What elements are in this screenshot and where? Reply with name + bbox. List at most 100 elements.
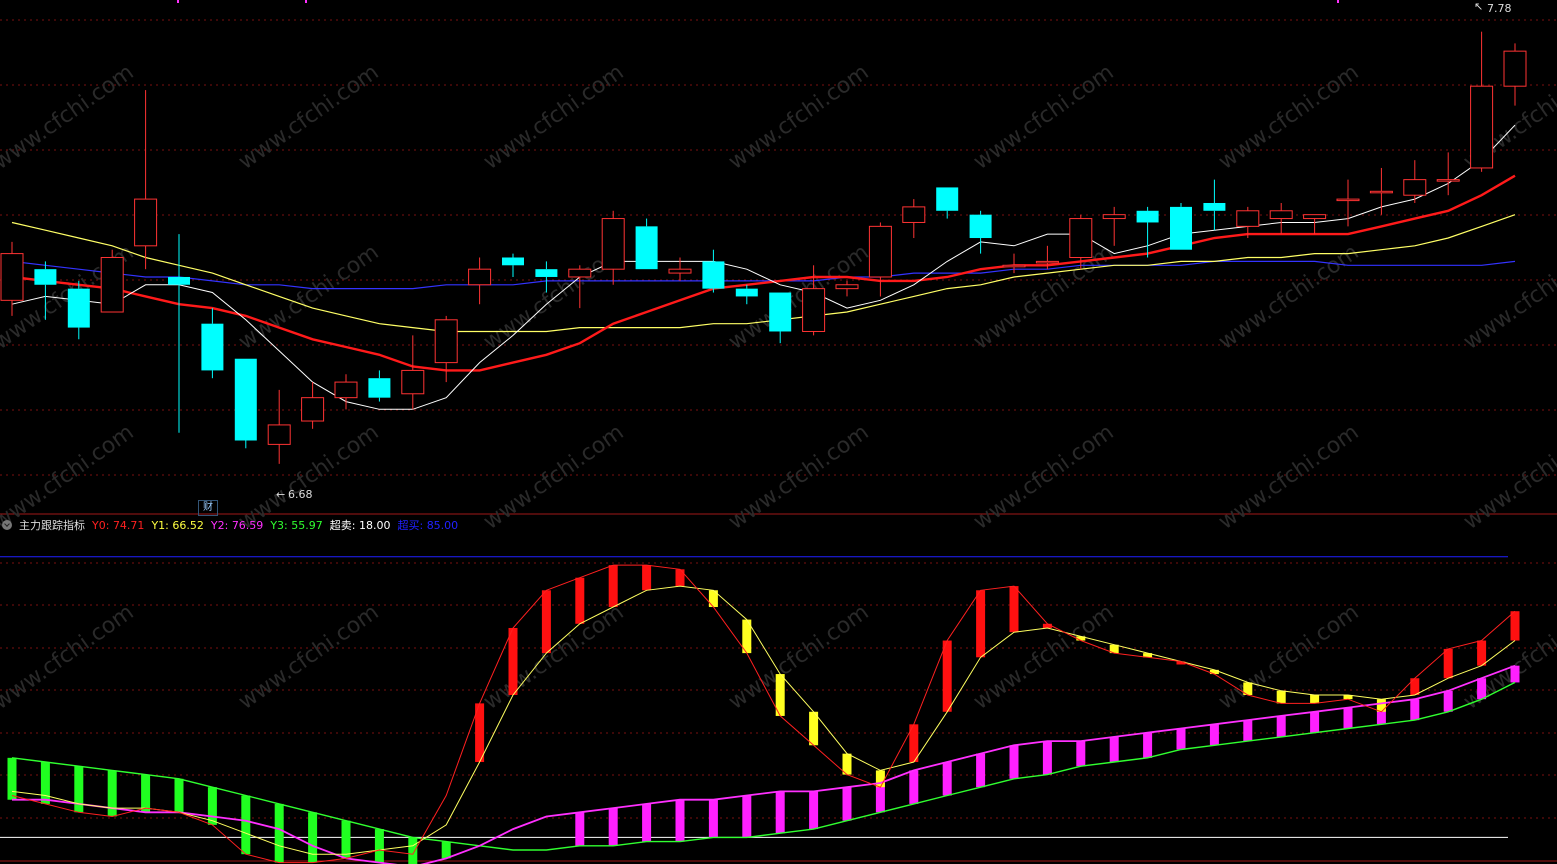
magenta-bar xyxy=(1109,736,1119,763)
watermark-text: www.cfchi.com xyxy=(1459,420,1557,535)
magenta-bar xyxy=(608,808,618,846)
signal-bar xyxy=(976,590,986,658)
signal-bar xyxy=(1443,648,1453,679)
candle-body-up xyxy=(1236,210,1260,227)
watermark-text: www.cfchi.com xyxy=(479,60,628,175)
magenta-bar xyxy=(642,803,652,842)
legend-y0: Y0: 74.71 xyxy=(92,518,145,532)
watermark-text: www.cfchi.com xyxy=(969,240,1118,355)
high-price-label: 7.78 xyxy=(1487,2,1512,15)
legend-y2: Y2: 76.59 xyxy=(210,518,264,532)
candle-body-down xyxy=(735,288,758,297)
magenta-bar xyxy=(775,791,785,834)
magenta-bar xyxy=(1510,665,1520,683)
signal-bar xyxy=(608,565,618,608)
legend-y1: Y1: 66.52 xyxy=(151,518,204,532)
magenta-bar xyxy=(1410,699,1420,721)
watermark-text: www.cfchi.com xyxy=(234,60,383,175)
low-price-label: 6.68 xyxy=(288,488,313,501)
watermark-text: www.cfchi.com xyxy=(0,60,139,175)
candle-body-up xyxy=(1336,198,1360,202)
candle-body-down xyxy=(535,269,558,277)
watermark-text: www.cfchi.com xyxy=(479,420,628,535)
signal-bar xyxy=(541,590,551,654)
watermark-text: www.cfchi.com xyxy=(724,600,873,715)
magenta-bar xyxy=(942,762,952,796)
indicator-name[interactable]: 主力跟踪指标 xyxy=(19,517,85,533)
candle-body-down xyxy=(769,292,792,332)
magenta-bar xyxy=(1076,741,1086,767)
indicator-toggle-icon[interactable] xyxy=(2,520,12,530)
signal-bar xyxy=(408,837,418,864)
magenta-bar xyxy=(742,795,752,838)
y1-line xyxy=(11,585,1516,855)
candle-body-up xyxy=(401,369,425,395)
signal-bar xyxy=(1310,695,1320,704)
candle-body-up xyxy=(434,319,458,364)
signal-bar xyxy=(508,627,518,695)
legend-y3: Y3: 55.97 xyxy=(270,518,323,532)
candle-body-up xyxy=(1069,218,1093,258)
candle-body-down xyxy=(1136,210,1159,223)
magenta-bar xyxy=(1042,741,1052,775)
signal-bar xyxy=(642,565,652,591)
candle-body-up xyxy=(1303,214,1327,220)
legend-overbought: 超买: 85.00 xyxy=(397,519,459,532)
magenta-bar xyxy=(1443,690,1453,712)
candle-body-up xyxy=(0,253,24,301)
legend-oversold: 超卖: 18.00 xyxy=(329,519,391,532)
candle-body-down xyxy=(702,261,725,289)
candle-body-up xyxy=(1503,50,1527,87)
watermark-text: www.cfchi.com xyxy=(969,600,1118,715)
candle-body-down xyxy=(1203,202,1226,211)
magenta-bar xyxy=(1310,711,1320,733)
signal-bar xyxy=(809,711,819,746)
candle-body-up xyxy=(601,218,625,270)
signal-bar xyxy=(107,770,117,817)
candle-body-up xyxy=(902,206,926,223)
candle-body-up xyxy=(134,198,158,247)
candle-body-up xyxy=(835,284,859,290)
magenta-bar xyxy=(1009,745,1019,779)
signal-bar xyxy=(174,778,184,813)
magenta-bar xyxy=(708,799,718,838)
watermark-text: www.cfchi.com xyxy=(724,60,873,175)
signal-bar xyxy=(441,841,451,859)
candle-body-down xyxy=(234,358,257,441)
signal-bar xyxy=(40,762,50,804)
signal-bar xyxy=(1009,586,1019,633)
candle-body-up xyxy=(334,381,358,399)
watermark-text: www.cfchi.com xyxy=(1214,60,1363,175)
signal-bar xyxy=(207,787,217,825)
magenta-bar xyxy=(1343,707,1353,729)
candle-body-down xyxy=(34,269,57,285)
candle-body-down xyxy=(1170,206,1192,250)
signal-bar xyxy=(875,770,885,788)
candle-body-up xyxy=(468,268,492,286)
magenta-bar xyxy=(675,799,685,842)
candle-body-down xyxy=(502,257,524,266)
watermark-text: www.cfchi.com xyxy=(234,600,383,715)
stock-chart[interactable]: www.cfchi.com www.cfchi.com www.cfchi.com w… xyxy=(0,0,1557,864)
watermark-text: www.cfchi.com xyxy=(969,420,1118,535)
candle-body-up xyxy=(1436,179,1460,182)
magenta-bar xyxy=(809,791,819,830)
signal-bar xyxy=(274,803,284,863)
signal-bar xyxy=(1276,690,1286,704)
candle-body-up xyxy=(1269,210,1293,220)
candle-body-up xyxy=(802,288,826,332)
signal-bar xyxy=(1510,611,1520,641)
high-arrow-icon: ↖ xyxy=(1474,0,1483,13)
signal-bar xyxy=(141,774,151,813)
watermark-text: www.cfchi.com xyxy=(479,600,628,715)
watermark: www.cfchi.com www.cfchi.com www.cfchi.com w… xyxy=(0,60,1557,715)
watermark-text: www.cfchi.com xyxy=(969,60,1118,175)
watermark-text: www.cfchi.com xyxy=(724,420,873,535)
finance-badge[interactable]: 财 xyxy=(198,500,218,516)
signal-bar xyxy=(1477,640,1487,666)
candle-body-up xyxy=(1470,85,1494,169)
signal-bar xyxy=(575,577,585,624)
magenta-bar xyxy=(842,787,852,821)
candle-body-up xyxy=(668,268,692,274)
candle-body-down xyxy=(969,214,992,239)
